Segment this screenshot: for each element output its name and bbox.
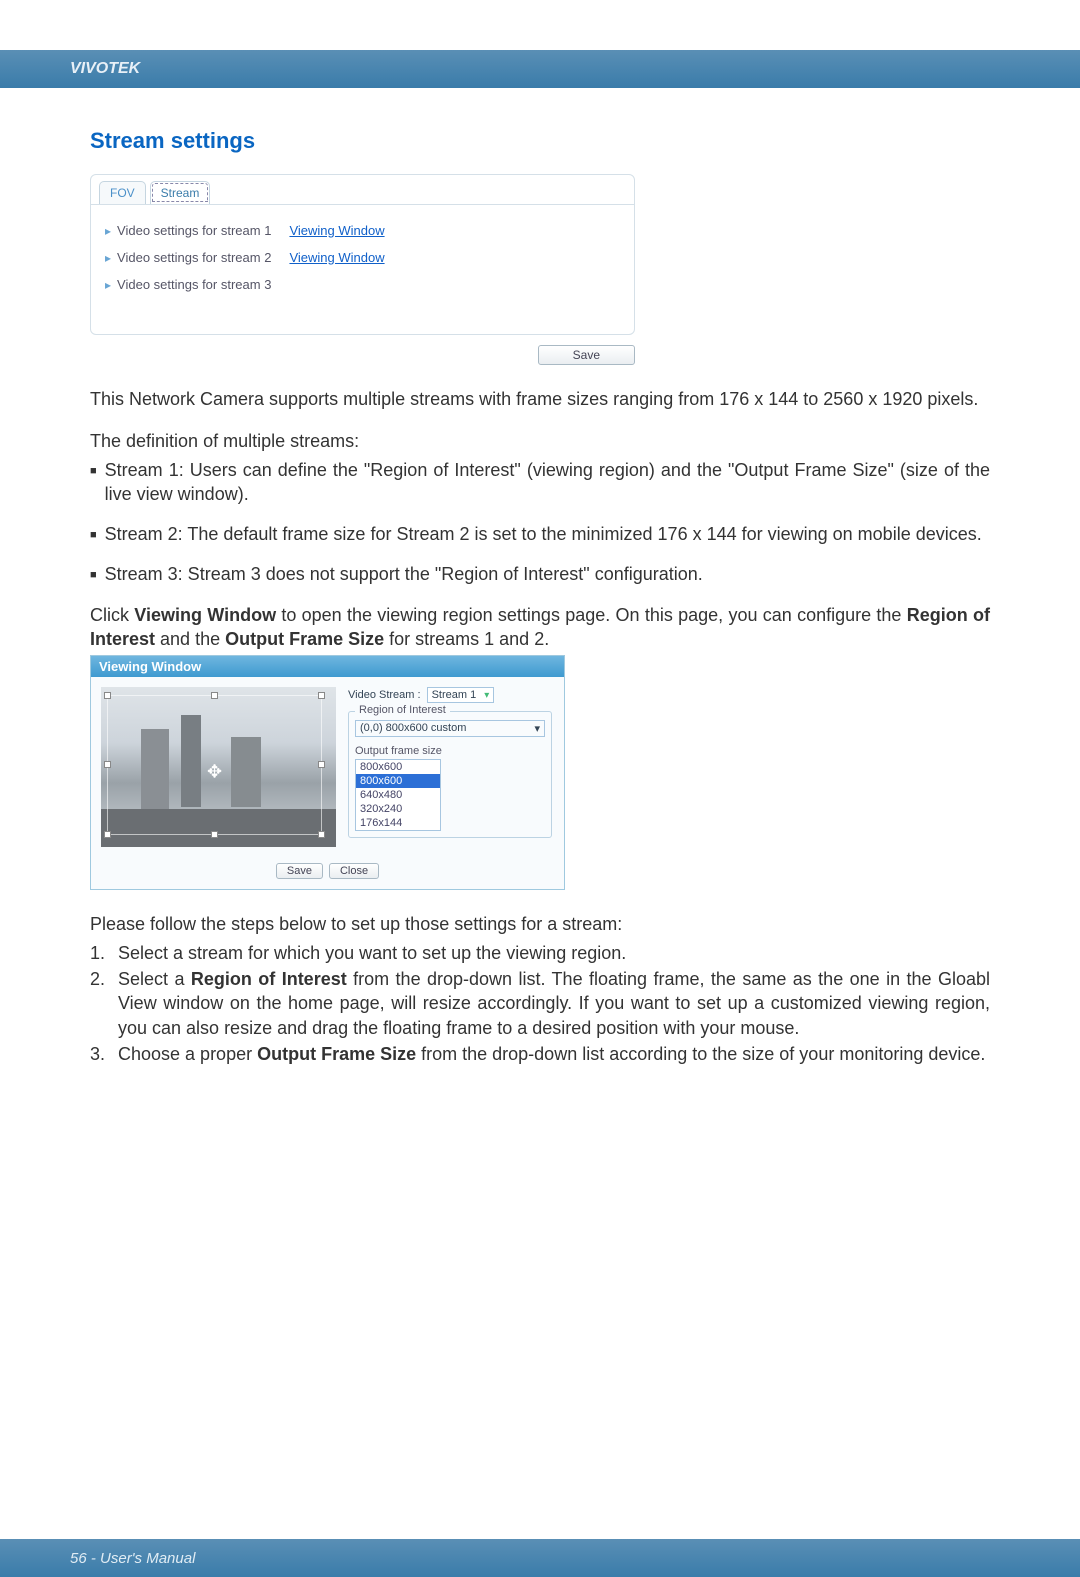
video-stream-value: Stream 1 (432, 689, 477, 701)
stream2-label[interactable]: Video settings for stream 2 (117, 250, 271, 265)
stream-row-3: ▸ Video settings for stream 3 (105, 277, 620, 292)
panel-body: ▸ Video settings for stream 1 Viewing Win… (91, 204, 634, 314)
step2-text: Select a Region of Interest from the dro… (118, 967, 990, 1040)
video-stream-select[interactable]: Stream 1 ▾ (427, 687, 495, 703)
stream3-label[interactable]: Video settings for stream 3 (117, 277, 271, 292)
ofs-bold: Output Frame Size (257, 1044, 416, 1064)
roi-floating-frame[interactable]: ✥ (107, 695, 322, 835)
viewing-window-screenshot: Viewing Window ✥ Video Stream : Stream 1… (90, 655, 565, 890)
square-bullet-icon: ■ (90, 528, 97, 546)
page-footer: 56 - User's Manual (0, 1539, 1080, 1577)
step-number: 3. (90, 1042, 112, 1066)
step-1: 1. Select a stream for which you want to… (90, 941, 990, 965)
roi-legend: Region of Interest (355, 704, 450, 716)
bullet2-text: Stream 2: The default frame size for Str… (105, 522, 990, 546)
content-area: Stream settings FOV Stream ▸ Video settin… (0, 88, 1080, 1066)
bullet3-text: Stream 3: Stream 3 does not support the … (105, 562, 990, 586)
steps-intro: Please follow the steps below to set up … (90, 912, 990, 936)
viewing-window-title: Viewing Window (91, 656, 564, 677)
square-bullet-icon: ■ (90, 464, 97, 507)
t: to open the viewing region settings page… (276, 605, 907, 625)
move-cursor-icon: ✥ (207, 762, 222, 783)
t: Click (90, 605, 134, 625)
ofs-option[interactable]: 800x600 (356, 760, 440, 774)
bullet-stream2: ■ Stream 2: The default frame size for S… (90, 522, 990, 546)
step3-text: Choose a proper Output Frame Size from t… (118, 1042, 990, 1066)
tab-row: FOV Stream (91, 175, 634, 204)
roi-select[interactable]: (0,0) 800x600 custom ▾ (355, 720, 545, 737)
step-3: 3. Choose a proper Output Frame Size fro… (90, 1042, 990, 1066)
save-button[interactable]: Save (538, 345, 635, 365)
footer-bar: 56 - User's Manual (0, 1539, 1080, 1577)
viewing-window-bold: Viewing Window (134, 605, 276, 625)
viewing-window-body: ✥ Video Stream : Stream 1 ▾ Region of In… (91, 677, 564, 857)
stream-row-2: ▸ Video settings for stream 2 Viewing Win… (105, 250, 620, 265)
t: Choose a proper (118, 1044, 257, 1064)
bullet1-text: Stream 1: Users can define the "Region o… (105, 458, 990, 507)
t: Select a (118, 969, 191, 989)
square-bullet-icon: ■ (90, 568, 97, 586)
t: and the (155, 629, 225, 649)
bullet-stream1: ■ Stream 1: Users can define the "Region… (90, 458, 990, 507)
ofs-option[interactable]: 176x144 (356, 816, 440, 830)
viewing-window-link-2[interactable]: Viewing Window (289, 250, 384, 265)
roi-fieldset: Region of Interest (0,0) 800x600 custom … (348, 711, 552, 838)
click-paragraph: Click Viewing Window to open the viewing… (90, 603, 990, 652)
stream-row-1: ▸ Video settings for stream 1 Viewing Win… (105, 223, 620, 238)
ofs-bold: Output Frame Size (225, 629, 384, 649)
save-row: Save (90, 345, 635, 365)
chevron-icon: ▸ (105, 251, 111, 265)
viewing-window-link-1[interactable]: Viewing Window (289, 223, 384, 238)
roi-value: (0,0) 800x600 custom (360, 722, 466, 735)
chevron-icon: ▸ (105, 224, 111, 238)
dropdown-arrow-icon: ▾ (534, 722, 540, 735)
step-number: 2. (90, 967, 112, 1040)
output-frame-size-select[interactable]: 800x600 800x600 640x480 320x240 176x144 (355, 759, 441, 831)
tab-fov[interactable]: FOV (99, 181, 146, 204)
preview-image[interactable]: ✥ (101, 687, 336, 847)
viewing-window-side: Video Stream : Stream 1 ▾ Region of Inte… (348, 687, 552, 847)
tab-stream[interactable]: Stream (150, 181, 211, 204)
section-title: Stream settings (90, 128, 990, 154)
video-stream-label: Video Stream : (348, 689, 421, 701)
ofs-option[interactable]: 320x240 (356, 802, 440, 816)
step1-text: Select a stream for which you want to se… (118, 941, 990, 965)
output-frame-size-label: Output frame size (355, 745, 545, 757)
ofs-option[interactable]: 640x480 (356, 788, 440, 802)
roi-bold: Region of Interest (191, 969, 347, 989)
t: for streams 1 and 2. (384, 629, 549, 649)
definition-heading: The definition of multiple streams: (90, 429, 990, 453)
header-bar: VIVOTEK (0, 50, 1080, 88)
bullet-stream3: ■ Stream 3: Stream 3 does not support th… (90, 562, 990, 586)
brand-text: VIVOTEK (70, 60, 140, 78)
vw-save-button[interactable]: Save (276, 863, 323, 879)
t: from the drop-down list according to the… (416, 1044, 985, 1064)
dropdown-arrow-icon: ▾ (484, 690, 489, 701)
settings-panel: FOV Stream ▸ Video settings for stream 1 … (90, 174, 635, 335)
step-2: 2. Select a Region of Interest from the … (90, 967, 990, 1040)
footer-text: 56 - User's Manual (70, 1550, 195, 1567)
intro-paragraph: This Network Camera supports multiple st… (90, 387, 990, 411)
stream1-label[interactable]: Video settings for stream 1 (117, 223, 271, 238)
viewing-window-footer: Save Close (91, 857, 564, 889)
ofs-option-selected[interactable]: 800x600 (356, 774, 440, 788)
step-number: 1. (90, 941, 112, 965)
chevron-icon: ▸ (105, 278, 111, 292)
vw-close-button[interactable]: Close (329, 863, 379, 879)
